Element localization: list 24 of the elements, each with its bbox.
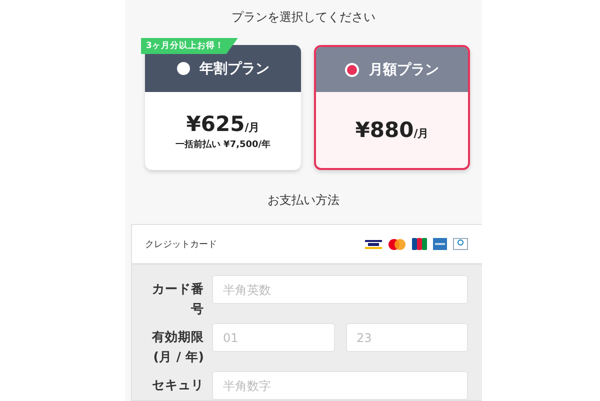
discount-badge: 3ヶ月分以上お得！ — [141, 38, 238, 54]
card-logo-icon — [388, 238, 406, 250]
field-label: カード番号 — [151, 280, 204, 318]
field-label: 有効期限 (月 / 年) — [150, 328, 204, 366]
section-heading: お支払い方法 — [268, 192, 340, 208]
field-label: セキュリ — [151, 376, 204, 394]
input-field[interactable]: 01 — [212, 323, 334, 352]
plan-card[interactable]: 月額プラン ¥880/月 — [314, 45, 470, 170]
plan-name: 年割プラン — [200, 60, 270, 78]
plan-price: ¥880/月 — [355, 118, 429, 142]
input-field[interactable]: 半角英数 — [212, 275, 468, 304]
card-logo-icon — [453, 238, 468, 250]
payment-method: クレジットカード — [145, 238, 217, 250]
input-field[interactable]: 半角数字 — [212, 371, 468, 400]
plan-price: ¥625/月 — [186, 112, 260, 136]
section-heading: プランを選択してください — [232, 9, 376, 25]
input-field[interactable]: 23 — [346, 323, 468, 352]
card-logo-icon — [433, 238, 447, 250]
radio-button[interactable] — [345, 62, 359, 76]
price-note: 一括前払い ¥7,500/年 — [175, 138, 271, 150]
radio-button[interactable] — [176, 62, 190, 75]
card-logo-icon — [365, 238, 382, 250]
plan-name: 月額プラン — [369, 60, 439, 78]
card-logo-icon — [412, 238, 427, 250]
